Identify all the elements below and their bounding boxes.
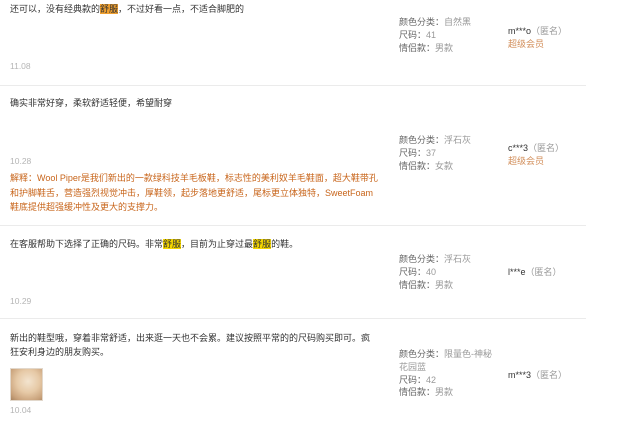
review-date: 10.04 <box>10 405 32 415</box>
reviewer-info: c***3（匿名） 超级会员 <box>508 143 565 166</box>
review-content: 新出的鞋型哦，穿着非常舒适，出来逛一天也不会累。建议按照平常的的尺码购买即可。疯… <box>10 333 371 357</box>
review-content: 还可以，没有经典款的舒服，不过好看一点，不适合脚肥的 <box>10 4 245 14</box>
seller-reply: 解释：Wool Piper是我们新出的一款绿科技羊毛板鞋，标志性的美利奴羊毛鞋面… <box>10 173 378 212</box>
reviewer-name: c***3 <box>508 143 529 153</box>
sku-size: 42 <box>426 374 437 385</box>
reviewer-name: m***3 <box>508 370 532 380</box>
reviewer-info: m***3（匿名） <box>508 370 568 380</box>
vip-badge: 超级会员 <box>508 39 545 49</box>
review-photo-thumbnail[interactable] <box>10 368 43 401</box>
review-divider <box>0 85 586 86</box>
sku-couple: 男款 <box>435 42 454 53</box>
sku-couple: 男款 <box>435 279 454 290</box>
review-divider <box>0 318 586 319</box>
review-date: 10.29 <box>10 296 32 306</box>
sku-couple: 女款 <box>435 160 454 171</box>
sku-color: 自然黑 <box>444 17 472 27</box>
keyword-highlight: 舒服 <box>163 239 182 249</box>
review-date: 10.28 <box>10 156 32 166</box>
review-content: 确实非常好穿，柔软舒适轻便，希望耐穿 <box>10 98 173 108</box>
keyword-highlight: 舒服 <box>253 239 272 249</box>
sku-color: 浮石灰 <box>444 135 472 145</box>
sku-couple: 男款 <box>435 387 454 398</box>
review-content: 在客服帮助下选择了正确的尺码。非常舒服，目前为止穿过最舒服的鞋。 <box>10 239 299 249</box>
reviewer-name: l***e <box>508 267 526 277</box>
reviewer-info: m***o（匿名） 超级会员 <box>508 26 568 49</box>
sku-size: 40 <box>426 266 437 277</box>
review-divider <box>0 225 586 226</box>
keyword-highlight: 舒服 <box>100 4 119 14</box>
reviewer-info: l***e（匿名） <box>508 267 562 277</box>
sku-size: 37 <box>426 147 437 158</box>
reviewer-name: m***o <box>508 26 532 36</box>
sku-size: 41 <box>426 29 437 40</box>
review-sku-info: 颜色分类：浮石灰 尺码：40 情侣款：男款 <box>399 254 472 290</box>
review-sku-info: 颜色分类：浮石灰 尺码：37 情侣款：女款 <box>399 135 472 171</box>
review-sku-info: 颜色分类：自然黑 尺码：41 情侣款：男款 <box>399 17 472 53</box>
sku-color: 浮石灰 <box>444 254 472 264</box>
vip-badge: 超级会员 <box>508 156 545 166</box>
review-date: 11.08 <box>10 61 31 71</box>
review-sku-info: 颜色分类：限量色-神秘花园蓝 尺码：42 情侣款：男款 <box>399 349 493 398</box>
